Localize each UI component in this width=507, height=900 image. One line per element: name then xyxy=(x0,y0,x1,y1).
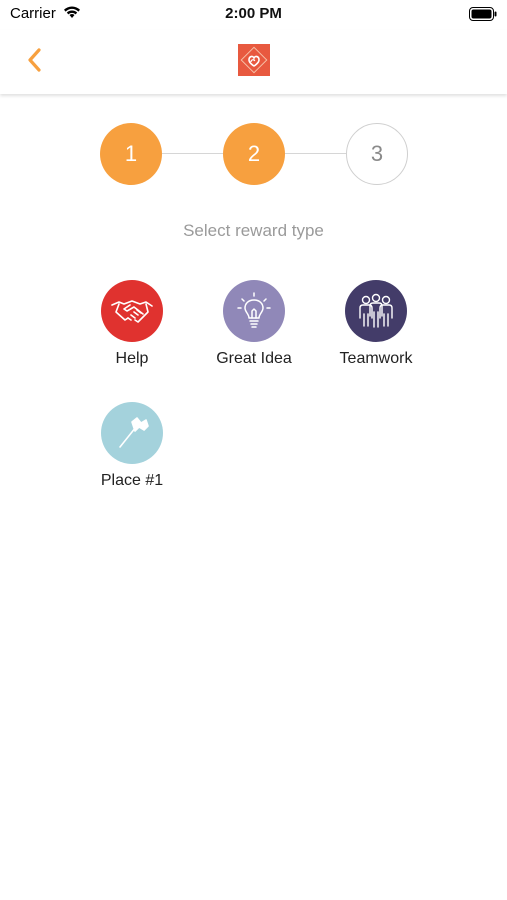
step-3: 3 xyxy=(346,123,408,185)
reward-icon-circle xyxy=(101,402,163,464)
reward-label: Teamwork xyxy=(339,350,413,367)
team-people-icon xyxy=(359,293,393,328)
step-connector xyxy=(285,153,346,154)
reward-option-great-idea[interactable]: Great Idea xyxy=(189,280,319,368)
status-bar: Carrier 2:00 PM xyxy=(0,0,507,30)
step-number: 1 xyxy=(124,141,138,166)
page-subtitle: Select reward type xyxy=(183,221,324,240)
reward-icon-circle xyxy=(101,280,163,342)
step-connector xyxy=(162,153,223,154)
reward-label: Place #1 xyxy=(100,472,164,489)
chevron-left-icon xyxy=(28,48,41,72)
reward-option-teamwork[interactable]: Teamwork xyxy=(311,280,441,368)
back-button[interactable] xyxy=(22,45,48,75)
heart-link-logo-icon xyxy=(238,44,270,76)
navigation-bar xyxy=(0,30,507,94)
handshake-icon xyxy=(111,300,153,323)
reward-option-place-1[interactable]: Place #1 xyxy=(67,402,197,490)
reward-icon-circle xyxy=(345,280,407,342)
reward-icon-circle xyxy=(223,280,285,342)
reward-label: Great Idea xyxy=(216,350,292,367)
step-1: 1 xyxy=(100,123,162,185)
step-number: 2 xyxy=(247,141,261,166)
reward-label: Help xyxy=(115,350,149,367)
battery-icon xyxy=(469,7,497,21)
lightbulb-icon xyxy=(237,292,271,328)
step-2: 2 xyxy=(223,123,285,185)
reward-option-help[interactable]: Help xyxy=(67,280,197,368)
step-number: 3 xyxy=(370,141,384,166)
flag-icon xyxy=(119,417,149,448)
step-indicator: 1 2 3 xyxy=(100,123,408,185)
clock-time: 2:00 PM xyxy=(225,5,282,22)
